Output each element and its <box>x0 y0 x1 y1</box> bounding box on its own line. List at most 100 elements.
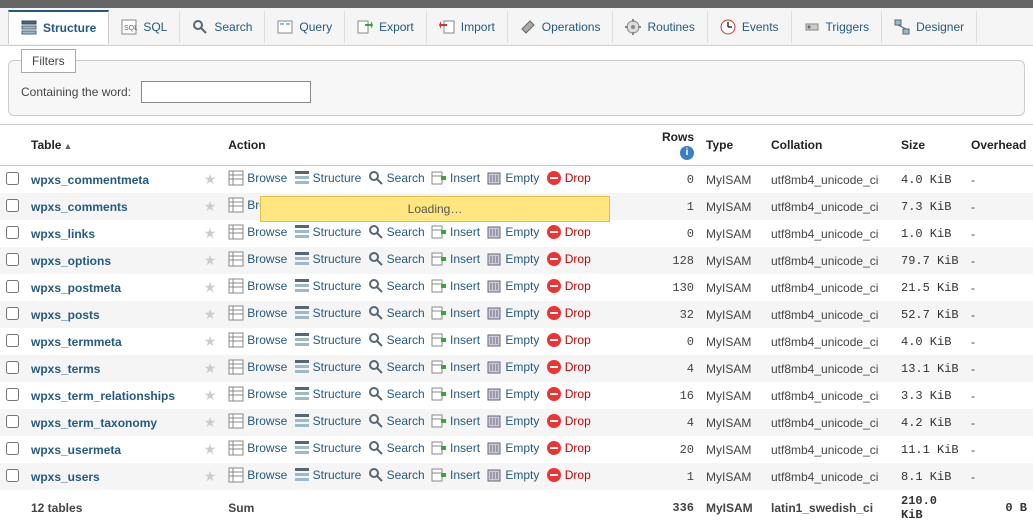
col-size[interactable]: Size <box>895 125 965 166</box>
table-name-link[interactable]: wpxs_users <box>31 470 100 484</box>
tab-sql[interactable]: SQL SQL <box>109 11 180 43</box>
structure-action[interactable]: Structure <box>294 386 362 402</box>
table-name-link[interactable]: wpxs_comments <box>31 200 128 214</box>
col-collation[interactable]: Collation <box>765 125 895 166</box>
empty-action[interactable]: Empty <box>486 278 539 294</box>
browse-action[interactable]: Browse <box>228 278 287 294</box>
table-name-link[interactable]: wpxs_postmeta <box>31 281 121 295</box>
favorite-star-icon[interactable]: ★ <box>204 387 217 403</box>
col-rows[interactable]: Rowsi <box>640 125 700 166</box>
favorite-star-icon[interactable]: ★ <box>204 198 217 214</box>
tab-operations[interactable]: Operations <box>508 11 614 43</box>
browse-action[interactable]: Browse <box>228 386 287 402</box>
structure-action[interactable]: Structure <box>294 278 362 294</box>
browse-action[interactable]: Browse <box>228 467 287 483</box>
favorite-star-icon[interactable]: ★ <box>204 279 217 295</box>
insert-action[interactable]: Insert <box>431 440 480 456</box>
tab-routines[interactable]: Routines <box>613 11 707 43</box>
search-action[interactable]: Search <box>368 251 425 267</box>
drop-action[interactable]: Drop <box>546 170 591 186</box>
table-name-link[interactable]: wpxs_links <box>31 227 95 241</box>
row-checkbox[interactable] <box>6 307 19 320</box>
insert-action[interactable]: Insert <box>431 359 480 375</box>
favorite-star-icon[interactable]: ★ <box>204 333 217 349</box>
search-action[interactable]: Search <box>368 305 425 321</box>
info-icon[interactable]: i <box>680 146 694 160</box>
insert-action[interactable]: Insert <box>431 170 480 186</box>
empty-action[interactable]: Empty <box>486 386 539 402</box>
row-checkbox[interactable] <box>6 361 19 374</box>
browse-action[interactable]: Browse <box>228 332 287 348</box>
favorite-star-icon[interactable]: ★ <box>204 414 217 430</box>
structure-action[interactable]: Structure <box>294 170 362 186</box>
structure-action[interactable]: Structure <box>294 251 362 267</box>
drop-action[interactable]: Drop <box>546 332 591 348</box>
favorite-star-icon[interactable]: ★ <box>204 306 217 322</box>
search-action[interactable]: Search <box>368 440 425 456</box>
insert-action[interactable]: Insert <box>431 332 480 348</box>
row-checkbox[interactable] <box>6 415 19 428</box>
browse-action[interactable]: Browse <box>228 413 287 429</box>
search-action[interactable]: Search <box>368 278 425 294</box>
empty-action[interactable]: Empty <box>486 251 539 267</box>
browse-action[interactable]: Browse <box>228 440 287 456</box>
search-action[interactable]: Search <box>368 413 425 429</box>
browse-action[interactable]: Browse <box>228 170 287 186</box>
tab-triggers[interactable]: Triggers <box>792 11 883 43</box>
insert-action[interactable]: Insert <box>431 413 480 429</box>
drop-action[interactable]: Drop <box>546 359 591 375</box>
insert-action[interactable]: Insert <box>431 251 480 267</box>
col-type[interactable]: Type <box>700 125 765 166</box>
empty-action[interactable]: Empty <box>486 359 539 375</box>
table-name-link[interactable]: wpxs_posts <box>31 308 100 322</box>
drop-action[interactable]: Drop <box>546 413 591 429</box>
favorite-star-icon[interactable]: ★ <box>204 252 217 268</box>
insert-action[interactable]: Insert <box>431 224 480 240</box>
table-name-link[interactable]: wpxs_terms <box>31 362 100 376</box>
insert-action[interactable]: Insert <box>431 386 480 402</box>
search-action[interactable]: Search <box>368 467 425 483</box>
tab-import[interactable]: Import <box>427 11 508 43</box>
favorite-star-icon[interactable]: ★ <box>204 225 217 241</box>
structure-action[interactable]: Structure <box>294 305 362 321</box>
drop-action[interactable]: Drop <box>546 305 591 321</box>
empty-action[interactable]: Empty <box>486 305 539 321</box>
drop-action[interactable]: Drop <box>546 467 591 483</box>
drop-action[interactable]: Drop <box>546 251 591 267</box>
structure-action[interactable]: Structure <box>294 332 362 348</box>
structure-action[interactable]: Structure <box>294 467 362 483</box>
drop-action[interactable]: Drop <box>546 440 591 456</box>
row-checkbox[interactable] <box>6 442 19 455</box>
table-name-link[interactable]: wpxs_commentmeta <box>31 173 149 187</box>
insert-action[interactable]: Insert <box>431 305 480 321</box>
search-action[interactable]: Search <box>368 359 425 375</box>
drop-action[interactable]: Drop <box>546 386 591 402</box>
search-action[interactable]: Search <box>368 170 425 186</box>
row-checkbox[interactable] <box>6 253 19 266</box>
row-checkbox[interactable] <box>6 388 19 401</box>
browse-action[interactable]: Browse <box>228 251 287 267</box>
favorite-star-icon[interactable]: ★ <box>204 360 217 376</box>
empty-action[interactable]: Empty <box>486 467 539 483</box>
row-checkbox[interactable] <box>6 469 19 482</box>
search-action[interactable]: Search <box>368 332 425 348</box>
tab-structure[interactable]: Structure <box>8 10 109 44</box>
filter-input[interactable] <box>141 81 311 103</box>
tab-query[interactable]: Query <box>265 11 345 43</box>
table-name-link[interactable]: wpxs_term_taxonomy <box>31 416 157 430</box>
empty-action[interactable]: Empty <box>486 440 539 456</box>
row-checkbox[interactable] <box>6 334 19 347</box>
row-checkbox[interactable] <box>6 280 19 293</box>
structure-action[interactable]: Structure <box>294 224 362 240</box>
favorite-star-icon[interactable]: ★ <box>204 468 217 484</box>
search-action[interactable]: Search <box>368 224 425 240</box>
browse-action[interactable]: Browse <box>228 224 287 240</box>
tab-designer[interactable]: Designer <box>882 11 977 43</box>
drop-action[interactable]: Drop <box>546 224 591 240</box>
search-action[interactable]: Search <box>368 386 425 402</box>
table-name-link[interactable]: wpxs_usermeta <box>31 443 121 457</box>
empty-action[interactable]: Empty <box>486 224 539 240</box>
insert-action[interactable]: Insert <box>431 467 480 483</box>
empty-action[interactable]: Empty <box>486 413 539 429</box>
browse-action[interactable]: Browse <box>228 359 287 375</box>
